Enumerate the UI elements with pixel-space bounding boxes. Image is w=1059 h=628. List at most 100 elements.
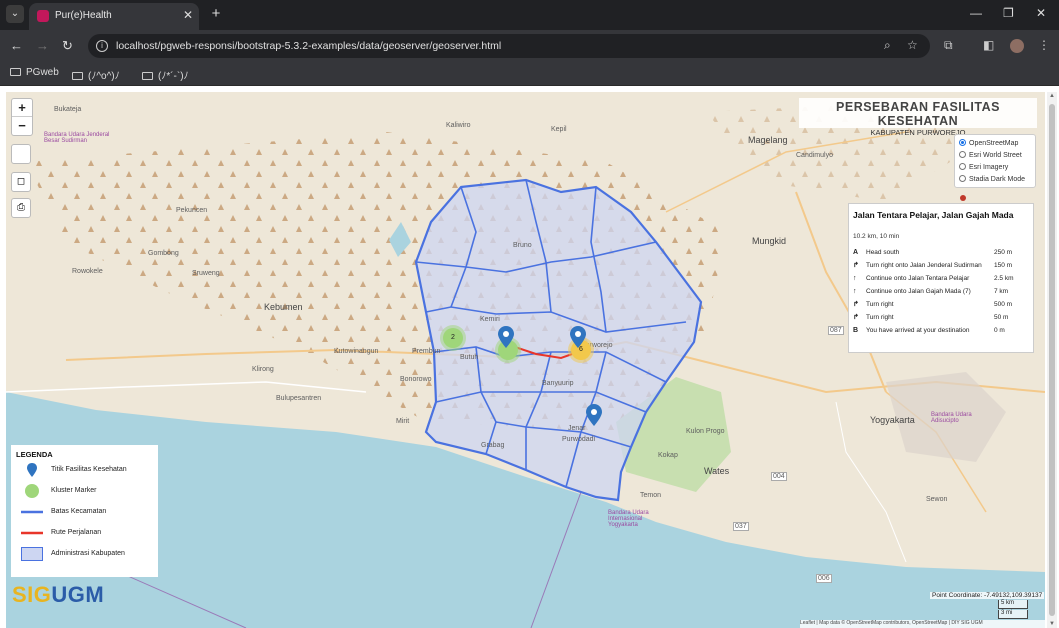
- zoom-in-button[interactable]: +: [12, 99, 32, 117]
- map-title-box: PERSEBARAN FASILITAS KESEHATAN KABUPATEN…: [799, 98, 1037, 137]
- legend-item: Kluster Marker: [16, 480, 153, 501]
- folder-icon: [142, 72, 153, 80]
- tab-purehealth[interactable]: Pur(e)Health ✕: [29, 3, 199, 30]
- place-label: Butuh: [460, 354, 479, 361]
- bookmarks-bar: PGweb (ﾉ^o^)ﾉ (ﾉ*´-`)ﾉ: [0, 62, 1059, 86]
- point-coordinate-readout: Point Coordinate: -7.49132,109.39137: [930, 592, 1045, 599]
- radio-icon[interactable]: [959, 175, 966, 182]
- page-scrollbar[interactable]: ▲ ▼: [1047, 92, 1057, 628]
- basemap-svg: [6, 92, 1045, 628]
- extensions-icon[interactable]: ⧉: [944, 38, 953, 53]
- folder-icon: [10, 68, 21, 76]
- admin-area-icon: [21, 547, 43, 561]
- url-text[interactable]: localhost/pgweb-responsi/bootstrap-5.3.2…: [116, 40, 501, 52]
- route-step-distance: 50 m: [994, 314, 1009, 321]
- site-info-icon[interactable]: i: [96, 40, 108, 52]
- side-panel-icon[interactable]: ◧: [983, 38, 994, 52]
- legend-label: Titik Fasilitas Kesehatan: [51, 466, 127, 473]
- tab-close-icon[interactable]: ✕: [183, 8, 193, 22]
- route-step-distance: 250 m: [994, 249, 1013, 256]
- place-label: Bukateja: [54, 106, 82, 113]
- place-label: Kulon Progo: [686, 428, 725, 435]
- radio-icon[interactable]: [959, 139, 966, 146]
- scroll-down-icon[interactable]: ▼: [1049, 621, 1055, 627]
- bookmark-folder-3[interactable]: (ﾉ*´-`)ﾉ: [142, 67, 189, 82]
- facility-marker-icon[interactable]: [498, 326, 514, 348]
- route-step[interactable]: ↱ Turn right 500 m: [853, 298, 1029, 311]
- radio-icon[interactable]: [959, 163, 966, 170]
- place-label: Mirit: [396, 418, 410, 425]
- basemap-option-esri-imagery[interactable]: Esri Imagery: [959, 162, 1031, 174]
- basemap-option-esri-street[interactable]: Esri World Street: [959, 150, 1031, 162]
- map-legend: LEGENDA Titik Fasilitas Kesehatan Kluste…: [11, 445, 158, 577]
- facility-marker-icon[interactable]: [570, 326, 586, 348]
- turn-right-icon: ↱: [853, 301, 859, 308]
- basemap-option-osm[interactable]: OpenStreetMap: [959, 138, 1031, 150]
- draw-tool-button[interactable]: [11, 144, 31, 164]
- close-window-button[interactable]: ✕: [1036, 6, 1046, 20]
- minimize-button[interactable]: —: [970, 6, 982, 20]
- restore-button[interactable]: ❐: [1003, 6, 1014, 20]
- folder-icon: [72, 72, 83, 80]
- route-title: Jalan Tentara Pelajar, Jalan Gajah Mada: [853, 210, 1014, 220]
- bookmark-folder-pgweb[interactable]: PGweb: [10, 67, 59, 78]
- place-label: Bonorowo: [400, 376, 432, 383]
- route-step[interactable]: A Head south 250 m: [853, 246, 1029, 259]
- continue-straight-icon: ↑: [853, 288, 857, 295]
- scale-km: 5 km: [998, 600, 1028, 609]
- road-shield: 006: [816, 574, 832, 583]
- route-step[interactable]: ↱ Turn right onto Jalan Jenderal Sudirman…: [853, 259, 1029, 272]
- bookmark-star-icon[interactable]: ☆: [907, 38, 918, 52]
- bookmark-folder-2[interactable]: (ﾉ^o^)ﾉ: [72, 67, 120, 82]
- fullscreen-icon[interactable]: ◻: [11, 172, 31, 192]
- place-label: Kebumen: [264, 302, 303, 312]
- map-attribution[interactable]: Leaflet | Map data © OpenStreetMap contr…: [800, 620, 1045, 628]
- route-step[interactable]: ↑ Continue onto Jalan Gajah Mada (7) 7 km: [853, 285, 1029, 298]
- place-label: Yogyakarta: [870, 415, 915, 425]
- facility-marker-icon[interactable]: [586, 404, 602, 426]
- place-label: Bruno: [513, 242, 532, 249]
- place-label: Grabag: [481, 442, 505, 449]
- back-arrow-icon[interactable]: ←: [10, 38, 23, 53]
- scrollbar-thumb[interactable]: [1049, 104, 1055, 616]
- omnibox[interactable]: i localhost/pgweb-responsi/bootstrap-5.3…: [88, 34, 930, 58]
- new-tab-button[interactable]: +: [207, 5, 225, 23]
- legend-item: Rute Perjalanan: [16, 522, 153, 543]
- route-step[interactable]: ↱ Turn right 50 m: [853, 311, 1029, 324]
- turn-right-icon: ↱: [853, 314, 859, 321]
- tab-bar: ⌄ Pur(e)Health ✕ + — ❐ ✕: [0, 0, 1059, 30]
- route-step-distance: 500 m: [994, 301, 1013, 308]
- turn-right-icon: ↱: [853, 262, 859, 269]
- basemap-label: Esri World Street: [969, 152, 1022, 159]
- place-label: Sruweng: [192, 270, 220, 277]
- legend-label: Administrasi Kabupaten: [51, 550, 125, 557]
- continue-straight-icon: ↑: [853, 275, 857, 282]
- place-label: Wates: [704, 466, 730, 476]
- route-step-text: Turn right: [866, 301, 894, 308]
- tab-search-dropdown-icon[interactable]: ⌄: [6, 5, 24, 23]
- route-step[interactable]: ↑ Continue onto Jalan Tentara Pelajar 2.5 …: [853, 272, 1029, 285]
- zoom-icon[interactable]: ⌕: [884, 38, 891, 53]
- route-step[interactable]: B You have arrived at your destination 0 m: [853, 324, 1029, 337]
- map-canvas[interactable]: Bukateja Kaliwiro Kepil Magelang Candimu…: [6, 92, 1045, 628]
- place-label: Jenar: [568, 425, 586, 432]
- zoom-out-button[interactable]: −: [12, 117, 32, 135]
- reload-icon[interactable]: ↻: [62, 38, 73, 54]
- radio-icon[interactable]: [959, 151, 966, 158]
- place-label: Gombong: [148, 250, 179, 257]
- route-waypoint-icon[interactable]: [960, 195, 966, 201]
- cluster-marker[interactable]: 2: [443, 328, 463, 348]
- scale-bar: 5 km 3 mi: [998, 600, 1028, 620]
- route-step-distance: 2.5 km: [994, 275, 1014, 282]
- legend-item: Administrasi Kabupaten: [16, 543, 153, 564]
- route-line-icon: [21, 531, 43, 535]
- scroll-up-icon[interactable]: ▲: [1049, 93, 1055, 99]
- print-icon[interactable]: ⎙: [11, 198, 31, 218]
- forward-arrow-icon[interactable]: →: [36, 38, 49, 53]
- zoom-control: + −: [11, 98, 33, 136]
- route-step-text: You have arrived at your destination: [866, 327, 970, 334]
- profile-avatar[interactable]: [1010, 39, 1024, 53]
- basemap-option-stadia-dark[interactable]: Stadia Dark Mode: [959, 174, 1031, 186]
- menu-kebab-icon[interactable]: ⋮: [1038, 38, 1050, 52]
- basemap-layer-control: OpenStreetMap Esri World Street Esri Ima…: [954, 134, 1036, 188]
